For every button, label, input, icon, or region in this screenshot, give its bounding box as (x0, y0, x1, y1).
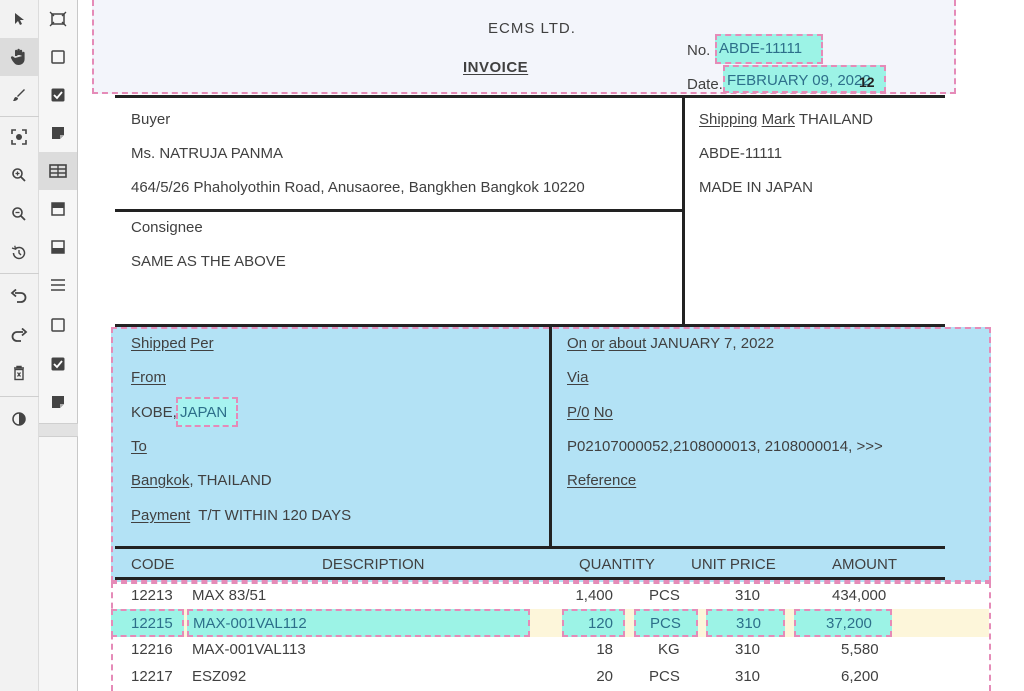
sticky-note-icon[interactable] (39, 114, 77, 152)
table-row-2-description-field[interactable]: MAX-001VAL112 (187, 609, 530, 637)
checkbox-empty-icon[interactable] (39, 38, 77, 76)
checkbox-checked-icon[interactable] (39, 345, 77, 383)
table-row-3-amount: 5,580 (841, 641, 879, 658)
table-icon[interactable] (39, 152, 77, 190)
table-row-3-price: 310 (735, 641, 761, 658)
buyer-address: 464/5/26 Phaholyothin Road, Anusaoree, B… (131, 179, 585, 196)
column-header-amount: AMOUNT (832, 556, 897, 573)
shipped-per-label: Shipped Per (131, 335, 214, 353)
table-row-1-unit: PCS (649, 587, 680, 604)
table-row-2-qty-field[interactable]: 120 (562, 609, 625, 637)
table-row-4-qty: 20 (596, 668, 613, 685)
zoom-out-icon[interactable] (0, 195, 38, 233)
column-header-quantity: QUANTITY (579, 556, 655, 573)
select-icon[interactable] (0, 0, 38, 38)
table-row-1-price: 310 (735, 587, 761, 604)
table-row-2-amount-field[interactable]: 37,200 (794, 609, 892, 637)
on-or-about-line: On or about JANUARY 7, 2022 (567, 335, 774, 353)
or-word: or (591, 335, 605, 352)
table-row-1-description: MAX 83/51 (192, 587, 267, 604)
shipped-word: Shipped (131, 335, 187, 352)
from-label: From (131, 369, 166, 386)
via-label: Via (567, 369, 589, 386)
shipping-mark-label: Shipping Mark THAILAND (699, 111, 873, 129)
to-label: To (131, 438, 147, 455)
consignee-value: SAME AS THE ABOVE (131, 253, 286, 270)
undo-icon[interactable] (0, 277, 38, 315)
payment-value: T/T WITHIN 120 DAYS (198, 507, 352, 524)
redo-icon[interactable] (0, 316, 38, 354)
table-row-1-amount: 434,000 (832, 587, 887, 604)
field-marker: 12 (859, 74, 875, 90)
buyer-label: Buyer (131, 111, 171, 128)
table-row-3-unit: KG (658, 641, 680, 658)
snapshot-icon[interactable] (0, 118, 38, 156)
list-icon[interactable] (39, 266, 77, 304)
table-row-4-price: 310 (735, 668, 761, 685)
table-row-3-description: MAX-001VAL113 (192, 641, 306, 658)
table-row-4-amount: 6,200 (841, 668, 879, 685)
table-row-1-code: 12213 (131, 587, 173, 604)
annotation-toolbar (39, 0, 78, 691)
contrast-icon[interactable] (0, 400, 38, 438)
payment-label: Payment (131, 507, 191, 524)
crop-icon[interactable] (39, 0, 77, 38)
to-country: , THAILAND (189, 472, 272, 489)
po-word: P/0 (567, 404, 590, 421)
about-word: about (608, 335, 647, 352)
column-header-unit-price: UNIT PRICE (691, 556, 776, 573)
ship-date-value: JANUARY 7, 2022 (650, 335, 775, 352)
column-header-code: CODE (131, 556, 175, 573)
table-row-1-qty: 1,400 (575, 587, 613, 604)
table-row-2-price-field[interactable]: 310 (706, 609, 785, 637)
sticky-note-icon[interactable] (39, 383, 77, 421)
delete-icon[interactable] (0, 354, 38, 392)
payment-line: Payment T/T WITHIN 120 DAYS (131, 507, 351, 525)
checkbox-empty-icon[interactable] (39, 306, 77, 344)
table-row-3-code: 12216 (131, 641, 173, 658)
buyer-name: Ms. NATRUJA PANMA (131, 145, 283, 162)
po-label: P/0 No (567, 404, 613, 422)
history-icon[interactable] (0, 234, 38, 272)
from-country-field[interactable]: JAPAN (176, 397, 238, 427)
toolbar-end (39, 423, 78, 437)
document-canvas[interactable]: ECMS LTD. INVOICE No. ABDE-11111 Date. F… (78, 0, 1024, 691)
po-no-word: No (593, 404, 613, 421)
invoice-no-label: No. (687, 42, 711, 59)
mark-word: Mark (761, 111, 795, 128)
brush-icon[interactable] (0, 76, 38, 114)
per-word: Per (190, 335, 214, 352)
from-city: KOBE, (131, 404, 177, 421)
table-row-2-code-field[interactable]: 12215 (111, 609, 184, 637)
table-row-4-unit: PCS (649, 668, 680, 685)
shipping-word: Shipping (699, 111, 758, 128)
shipping-mark-line3: MADE IN JAPAN (699, 179, 813, 196)
table-row-4-description: ESZ092 (192, 668, 247, 685)
shipping-mark-value: THAILAND (798, 111, 873, 128)
table-row-3-qty: 18 (596, 641, 613, 658)
zoom-in-icon[interactable] (0, 156, 38, 194)
date-label: Date. (687, 76, 723, 93)
consignee-label: Consignee (131, 219, 203, 236)
checkbox-checked-icon[interactable] (39, 76, 77, 114)
header-block-icon[interactable] (39, 190, 77, 228)
table-row-4-code: 12217 (131, 668, 173, 685)
shipping-mark-line2: ABDE-11111 (699, 145, 783, 162)
on-word: On (567, 335, 588, 352)
left-toolbar (0, 0, 39, 691)
document-type: INVOICE (463, 59, 529, 76)
to-city: Bangkok (131, 472, 190, 489)
company-name: ECMS LTD. (488, 20, 576, 37)
reference-label: Reference (567, 472, 637, 489)
po-value: P02107000052,2108000013, 2108000014, >>> (567, 438, 883, 455)
column-header-description: DESCRIPTION (322, 556, 425, 573)
pan-hand-icon[interactable] (0, 38, 38, 76)
to-destination: Bangkok, THAILAND (131, 472, 272, 490)
footer-block-icon[interactable] (39, 228, 77, 266)
table-row-2-unit-field[interactable]: PCS (634, 609, 698, 637)
invoice-no-field[interactable]: ABDE-11111 (715, 34, 823, 64)
